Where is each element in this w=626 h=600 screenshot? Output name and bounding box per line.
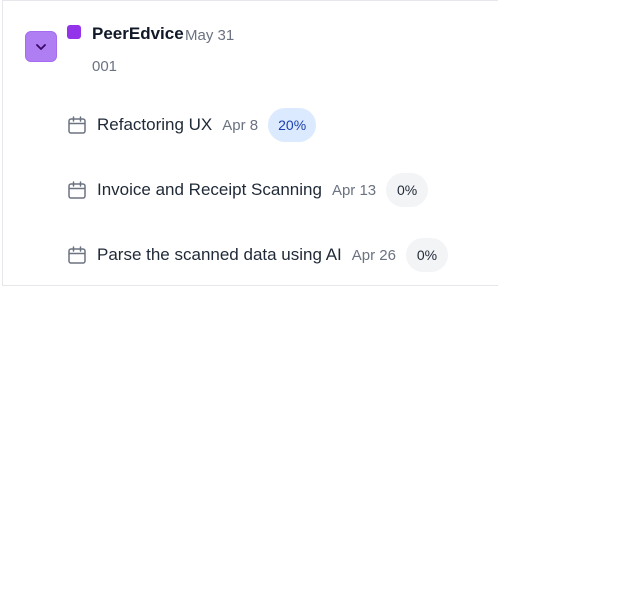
task-item[interactable]: Parse the scanned data using AI Apr 26 0…	[67, 238, 448, 272]
calendar-icon	[67, 245, 87, 265]
task-progress-badge: 0%	[386, 173, 429, 207]
project-name[interactable]: PeerEdvice	[92, 24, 184, 44]
collapse-toggle-button[interactable]	[25, 31, 57, 62]
task-date: Apr 8	[222, 116, 259, 134]
task-title[interactable]: Refactoring UX	[97, 115, 212, 135]
task-item[interactable]: Invoice and Receipt Scanning Apr 13 0%	[67, 173, 429, 207]
project-panel: PeerEdvice May 31 001 Refactoring UX Apr…	[2, 0, 498, 286]
task-title[interactable]: Invoice and Receipt Scanning	[97, 180, 322, 200]
task-item[interactable]: Refactoring UX Apr 8 20%	[67, 108, 317, 142]
task-date: Apr 26	[351, 246, 396, 264]
calendar-icon	[67, 115, 87, 135]
project-color-dot	[67, 25, 81, 39]
calendar-icon	[67, 180, 87, 200]
task-progress-badge: 0%	[406, 238, 448, 272]
task-date: Apr 13	[331, 181, 377, 199]
task-progress-badge: 20%	[268, 108, 317, 142]
project-id: 001	[92, 58, 118, 75]
chevron-down-icon	[36, 43, 46, 50]
project-date: May 31	[185, 27, 235, 44]
task-title[interactable]: Parse the scanned data using AI	[97, 245, 342, 265]
